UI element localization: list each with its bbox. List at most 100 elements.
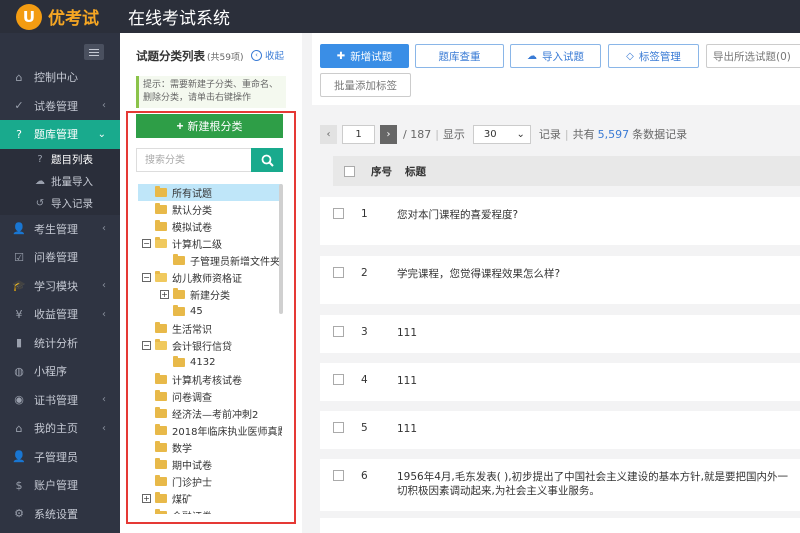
category-search-input[interactable]: [136, 148, 251, 172]
tree-node[interactable]: 门诊护士: [138, 473, 282, 490]
sidebar-subitem-1[interactable]: ☁ 批量导入: [0, 170, 120, 193]
chevron-left-icon: ‹: [102, 422, 106, 434]
folder-icon: [155, 390, 167, 401]
tree-node[interactable]: 金融证券: [138, 507, 282, 514]
row-checkbox[interactable]: [333, 422, 344, 433]
total-count: 5,597: [597, 127, 630, 141]
tree-node[interactable]: 问卷调查: [138, 388, 282, 405]
tree-node-label: 计算机二级: [172, 240, 222, 251]
export-selected-button[interactable]: 导出所选试题(0): [706, 44, 800, 68]
sidebar-item-1[interactable]: ✓ 试卷管理 ‹: [0, 92, 120, 121]
collapse-icon[interactable]: −: [142, 273, 151, 282]
tree-node[interactable]: − 计算机二级: [138, 235, 282, 252]
gear-icon: ⚙: [14, 507, 24, 521]
category-search-button[interactable]: [251, 148, 283, 172]
dollar-icon: $: [15, 478, 23, 492]
sidebar-item-10[interactable]: ⌂ 我的主页 ‹: [0, 414, 120, 443]
dedupe-button[interactable]: 题库查重: [415, 44, 504, 68]
table-row[interactable]: 6 1956年4月,毛东发表( ),初步提出了中国社会主义建设的基本方针,就是要把…: [320, 459, 800, 511]
sidebar-item-6[interactable]: ¥ 收益管理 ‹: [0, 300, 120, 329]
sidebar-subitem-2[interactable]: ↺ 导入记录: [0, 192, 120, 215]
tree-node[interactable]: + 新建分类: [138, 286, 282, 303]
sidebar-item-0[interactable]: ⌂ 控制中心: [0, 63, 120, 92]
graduation-cap-icon: 🎓: [12, 279, 26, 293]
row-number: 1: [361, 208, 368, 220]
table-row[interactable]: 1 您对本门课程的喜爱程度?: [320, 197, 800, 245]
row-checkbox[interactable]: [333, 470, 344, 481]
folder-icon: [173, 254, 185, 265]
row-checkbox[interactable]: [333, 326, 344, 337]
table-row[interactable]: 5 111: [320, 411, 800, 449]
row-checkbox[interactable]: [333, 208, 344, 219]
sidebar-item-label: 学习模块: [34, 279, 78, 293]
tree-node[interactable]: 2018年临床执业医师真题: [138, 422, 282, 439]
tree-node[interactable]: 计算机考核试卷: [138, 371, 282, 388]
category-tree-scrollbar[interactable]: [279, 184, 283, 314]
tag-management-button[interactable]: ◇ 标签管理: [608, 44, 699, 68]
sidebar-subitem-label: 题目列表: [51, 154, 93, 166]
batch-add-tag-button[interactable]: 批量添加标签: [320, 73, 411, 97]
tree-node[interactable]: − 会计银行信贷: [138, 337, 282, 354]
logo[interactable]: U 优考试: [0, 0, 120, 33]
tree-node[interactable]: − 幼儿教师资格证: [138, 269, 282, 286]
row-checkbox[interactable]: [333, 374, 344, 385]
sidebar-subitem-0[interactable]: ? 题目列表: [0, 148, 120, 171]
sidebar-item-11[interactable]: 👤 子管理员: [0, 443, 120, 472]
category-collapse-link[interactable]: ‹ 收起: [251, 48, 284, 62]
folder-icon: [173, 356, 185, 367]
category-tip: 提示：需要新建子分类、重命名、删除分类，请单击右键操作: [136, 76, 286, 108]
tree-node[interactable]: 数学: [138, 439, 282, 456]
row-title[interactable]: 111: [397, 374, 797, 388]
tree-node[interactable]: 4132: [138, 354, 282, 371]
tree-node[interactable]: 默认分类: [138, 201, 282, 218]
prev-page-button[interactable]: ‹: [320, 124, 337, 144]
expand-icon[interactable]: +: [160, 290, 169, 299]
sidebar-item-13[interactable]: ⚙ 系统设置: [0, 500, 120, 529]
sidebar-item-5[interactable]: 🎓 学习模块 ‹: [0, 272, 120, 301]
row-checkbox[interactable]: [333, 267, 344, 278]
total-suffix: 条数据记录: [632, 128, 688, 141]
tree-node[interactable]: 所有试题: [138, 184, 282, 201]
toolbar: ✚ 新增试题 题库查重 ☁ 导入试题 ◇ 标签管理 导出所选试题(0) 批量添加标签: [312, 33, 800, 105]
sidebar-nav: ⌂ 控制中心 ✓ 试卷管理 ‹? 题库管理 ⌄? 题目列表 ☁ 批量导入 ↺ 导入记录 👤 考生管理 ‹ ☑ 问…: [0, 63, 120, 528]
table-row[interactable]: 2 学完课程，您觉得课程效果怎么样?: [320, 256, 800, 304]
sidebar-item-3[interactable]: 👤 考生管理 ‹: [0, 215, 120, 244]
plus-icon: +: [176, 119, 184, 133]
tree-node[interactable]: 期中试卷: [138, 456, 282, 473]
add-question-button[interactable]: ✚ 新增试题: [320, 44, 409, 68]
import-questions-button[interactable]: ☁ 导入试题: [510, 44, 601, 68]
tree-node[interactable]: 45: [138, 303, 282, 320]
new-root-category-button[interactable]: + 新建根分类: [136, 114, 283, 138]
tree-node[interactable]: 子管理员新增文件夹: [138, 252, 282, 269]
expand-icon[interactable]: +: [142, 494, 151, 503]
sidebar-item-9[interactable]: ◉ 证书管理 ‹: [0, 386, 120, 415]
tree-node[interactable]: 模拟试卷: [138, 218, 282, 235]
sidebar-item-12[interactable]: $ 账户管理: [0, 471, 120, 500]
next-page-button[interactable]: ›: [380, 124, 397, 144]
row-title[interactable]: 111: [397, 326, 797, 340]
sidebar-item-8[interactable]: ◍ 小程序: [0, 357, 120, 386]
tree-node[interactable]: + 煤矿: [138, 490, 282, 507]
sidebar-collapse-button[interactable]: [84, 44, 104, 60]
table-row[interactable]: 4 111: [320, 363, 800, 401]
row-title[interactable]: 学完课程，您觉得课程效果怎么样?: [397, 267, 797, 281]
row-title[interactable]: 您对本门课程的喜爱程度?: [397, 208, 797, 222]
tree-node[interactable]: 生活常识: [138, 320, 282, 337]
sidebar-item-7[interactable]: ▮ 统计分析: [0, 329, 120, 358]
collapse-icon[interactable]: −: [142, 239, 151, 248]
row-title[interactable]: 1956年4月,毛东发表( ),初步提出了中国社会主义建设的基本方针,就是要把国…: [397, 470, 797, 498]
table-header: 序号 标题: [333, 156, 800, 186]
select-all-checkbox[interactable]: [344, 165, 355, 177]
chevron-left-icon: ‹: [102, 223, 106, 235]
page-size-select[interactable]: 30 ⌄: [472, 124, 531, 144]
tree-node[interactable]: 经济法—考前冲刺2: [138, 405, 282, 422]
folder-icon: [155, 271, 167, 282]
page-number-input[interactable]: [342, 124, 375, 144]
sidebar-item-2[interactable]: ? 题库管理 ⌄: [0, 120, 120, 149]
collapse-icon[interactable]: −: [142, 341, 151, 350]
sidebar-item-4[interactable]: ☑ 问卷管理: [0, 243, 120, 272]
row-title[interactable]: 111: [397, 422, 797, 436]
table-row[interactable]: 3 111: [320, 315, 800, 353]
tree-node-label: 煤矿: [172, 495, 192, 506]
folder-icon: [155, 509, 167, 514]
